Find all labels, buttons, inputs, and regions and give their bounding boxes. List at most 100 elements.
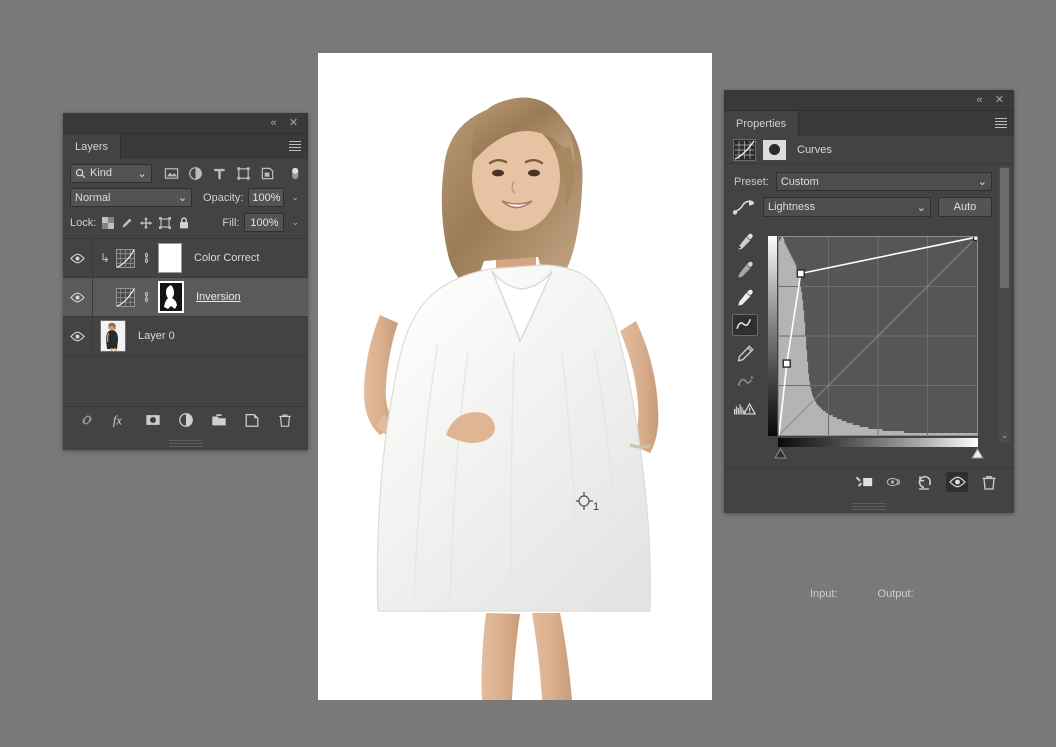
- lock-label: Lock:: [70, 216, 97, 229]
- layer-name[interactable]: Layer 0: [138, 330, 175, 342]
- table-row[interactable]: ↳ Color Correct: [63, 239, 308, 278]
- properties-scrollbar[interactable]: ⌄: [999, 166, 1010, 443]
- layer-mask-thumbnail[interactable]: [158, 243, 182, 273]
- eye-icon: [70, 253, 85, 263]
- table-row[interactable]: ↳: [63, 278, 308, 317]
- lock-position-icon[interactable]: [139, 216, 153, 230]
- tab-layers[interactable]: Layers: [63, 134, 122, 159]
- layer-visibility-toggle[interactable]: [63, 239, 93, 277]
- edit-points-curve-icon[interactable]: [732, 314, 758, 336]
- chevron-down-icon[interactable]: ⌄: [178, 191, 187, 204]
- clip-to-layer-icon[interactable]: [856, 473, 874, 491]
- curves-graph[interactable]: [778, 236, 978, 436]
- channel-select[interactable]: Lightness ⌄: [763, 197, 931, 217]
- preset-label: Preset:: [734, 175, 769, 188]
- chevron-down-icon[interactable]: ⌄: [978, 175, 987, 188]
- lock-artboard-nesting-icon[interactable]: [158, 216, 172, 230]
- layer-visibility-toggle[interactable]: [63, 317, 93, 355]
- filter-kind-select[interactable]: Kind ⌄: [70, 163, 152, 183]
- new-layer-icon[interactable]: [244, 412, 260, 428]
- document-canvas[interactable]: [318, 53, 712, 700]
- opacity-input[interactable]: 100%: [248, 188, 285, 207]
- auto-button[interactable]: Auto: [938, 197, 992, 217]
- clipping-warning-icon[interactable]: [732, 398, 758, 420]
- lock-transparent-pixels-icon[interactable]: [101, 216, 115, 230]
- link-mask-icon[interactable]: [141, 290, 152, 304]
- panel-menu-icon[interactable]: [289, 141, 301, 152]
- channel-value: Lightness: [768, 201, 816, 213]
- layer-name-editing[interactable]: Inversion: [196, 291, 241, 303]
- grip-lines-icon: [168, 440, 203, 447]
- smart-object-filter-icon[interactable]: [260, 166, 275, 181]
- layer-photo-thumbnail[interactable]: [100, 320, 126, 352]
- curves-adjustment-thumbnail[interactable]: [116, 248, 135, 268]
- white-point-slider[interactable]: [971, 448, 984, 459]
- toggle-layer-visibility-icon[interactable]: [946, 472, 968, 492]
- preset-row: Preset: Custom ⌄: [724, 164, 1014, 191]
- thumbnail-photo: [101, 321, 125, 351]
- adjustment-layer-filter-icon[interactable]: [188, 166, 203, 181]
- scroll-down-chevron-icon[interactable]: ⌄: [1000, 430, 1009, 441]
- delete-layer-icon[interactable]: [277, 412, 293, 428]
- sample-in-image-black-point-eyedropper-icon[interactable]: [732, 230, 758, 252]
- collapse-icon[interactable]: «: [267, 117, 280, 130]
- layer-visibility-toggle[interactable]: [63, 278, 93, 316]
- smooth-curve-icon[interactable]: [732, 370, 758, 392]
- fill-input[interactable]: 100%: [244, 213, 285, 232]
- panel-menu-icon[interactable]: [995, 118, 1007, 129]
- lock-all-icon[interactable]: [177, 216, 191, 230]
- layers-panel: « ✕ Layers Kind ⌄ Normal ⌄ Opacity: 100%…: [63, 113, 308, 450]
- close-icon[interactable]: ✕: [993, 94, 1006, 107]
- curves-adjustment-icon[interactable]: [733, 138, 756, 161]
- layer-body: ↳: [93, 281, 308, 313]
- filter-toggle-icon[interactable]: [289, 166, 301, 181]
- opacity-chevron-down-icon[interactable]: ⌄: [289, 192, 301, 203]
- layer-list: ↳ Color Correct Inversion Layer 0: [63, 238, 308, 356]
- link-mask-icon[interactable]: [141, 251, 152, 265]
- delete-adjustment-layer-icon[interactable]: [980, 473, 998, 491]
- layer-mask-icon[interactable]: [763, 139, 786, 160]
- filter-type-icons: [164, 166, 275, 181]
- layer-body: Layer 0: [93, 320, 308, 352]
- black-point-slider[interactable]: [774, 448, 787, 459]
- photoshop-workspace: 1 « ✕ Layers Kind ⌄ Normal ⌄ Opacity: 10…: [0, 0, 1056, 747]
- pixel-layer-filter-icon[interactable]: [164, 166, 179, 181]
- input-output-row: Input: Output:: [724, 588, 1014, 600]
- close-icon[interactable]: ✕: [287, 117, 300, 130]
- blend-mode-select[interactable]: Normal ⌄: [70, 188, 193, 207]
- sample-in-image-white-point-eyedropper-icon[interactable]: [732, 286, 758, 308]
- scrollbar-thumb[interactable]: [1000, 168, 1009, 288]
- reset-adjustment-icon[interactable]: [916, 473, 934, 491]
- table-row[interactable]: Layer 0: [63, 317, 308, 356]
- eye-icon: [70, 292, 85, 302]
- preset-select[interactable]: Custom ⌄: [775, 172, 992, 191]
- curves-channel-icon[interactable]: [732, 198, 756, 216]
- collapse-icon[interactable]: «: [973, 94, 986, 107]
- layers-panel-resize-grip[interactable]: [63, 433, 308, 450]
- sample-in-image-gray-point-eyedropper-icon[interactable]: [732, 258, 758, 280]
- tab-properties[interactable]: Properties: [724, 111, 800, 136]
- layer-style-fx-icon[interactable]: fx: [112, 412, 128, 428]
- chevron-down-icon[interactable]: ⌄: [138, 167, 147, 180]
- chevron-down-icon[interactable]: ⌄: [917, 201, 926, 214]
- layer-mask-thumbnail-selected[interactable]: [158, 281, 184, 313]
- output-label: Output:: [877, 588, 914, 600]
- adjustment-header: Curves: [724, 136, 1014, 164]
- link-layers-icon[interactable]: [79, 412, 95, 428]
- type-layer-filter-icon[interactable]: [212, 166, 227, 181]
- layers-panel-tabrow: Layers: [63, 134, 308, 159]
- properties-panel-resize-grip[interactable]: [724, 495, 1014, 513]
- toggle-previous-state-icon[interactable]: [886, 473, 904, 491]
- filter-kind-label: Kind: [90, 167, 113, 179]
- add-layer-mask-icon[interactable]: [145, 412, 161, 428]
- draw-curve-pencil-icon[interactable]: [732, 342, 758, 364]
- new-adjustment-layer-icon[interactable]: [178, 412, 194, 428]
- layer-name[interactable]: Color Correct: [194, 252, 259, 264]
- new-group-icon[interactable]: [211, 412, 227, 428]
- preset-value: Custom: [780, 175, 819, 188]
- fill-chevron-down-icon[interactable]: ⌄: [289, 217, 301, 228]
- curves-adjustment-thumbnail[interactable]: [116, 287, 135, 307]
- shape-layer-filter-icon[interactable]: [236, 166, 251, 181]
- output-gradient-strip: [768, 236, 777, 436]
- lock-image-pixels-icon[interactable]: [120, 216, 134, 230]
